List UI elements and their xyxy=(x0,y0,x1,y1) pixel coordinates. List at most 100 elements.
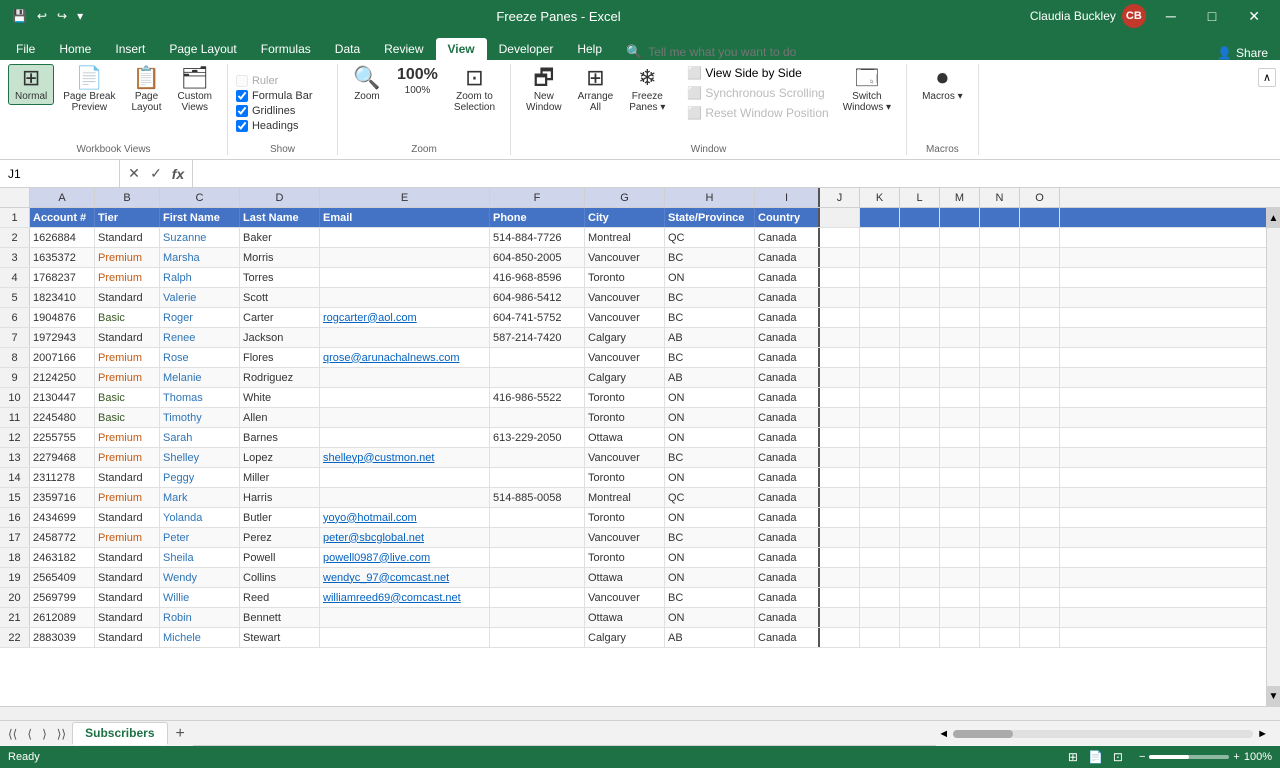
cell-c15[interactable]: Mark xyxy=(160,488,240,507)
save-button[interactable]: 💾 xyxy=(8,7,31,25)
cell-k13[interactable] xyxy=(860,448,900,467)
cell-l20[interactable] xyxy=(900,588,940,607)
cell-h22[interactable]: AB xyxy=(665,628,755,647)
new-window-button[interactable]: 🗗 NewWindow xyxy=(519,64,569,116)
tab-review[interactable]: Review xyxy=(372,38,435,60)
close-button[interactable]: ✕ xyxy=(1236,4,1272,29)
row-num[interactable]: 12 xyxy=(0,428,30,447)
row-num[interactable]: 19 xyxy=(0,568,30,587)
cell-i12[interactable]: Canada xyxy=(755,428,820,447)
cell-h3[interactable]: BC xyxy=(665,248,755,267)
cell-d7[interactable]: Jackson xyxy=(240,328,320,347)
cell-e22[interactable] xyxy=(320,628,490,647)
cell-a15[interactable]: 2359716 xyxy=(30,488,95,507)
cell-c2[interactable]: Suzanne xyxy=(160,228,240,247)
col-header-a[interactable]: A xyxy=(30,188,95,207)
cell-b9[interactable]: Premium xyxy=(95,368,160,387)
cell-o22[interactable] xyxy=(1020,628,1060,647)
cell-o7[interactable] xyxy=(1020,328,1060,347)
tab-insert[interactable]: Insert xyxy=(103,38,157,60)
cell-b8[interactable]: Premium xyxy=(95,348,160,367)
cell-e10[interactable] xyxy=(320,388,490,407)
cell-j11[interactable] xyxy=(820,408,860,427)
cell-c1[interactable]: First Name xyxy=(160,208,240,227)
tab-view[interactable]: View xyxy=(436,38,487,60)
row-num[interactable]: 13 xyxy=(0,448,30,467)
cell-a22[interactable]: 2883039 xyxy=(30,628,95,647)
cell-j5[interactable] xyxy=(820,288,860,307)
cell-g21[interactable]: Ottawa xyxy=(585,608,665,627)
cell-i3[interactable]: Canada xyxy=(755,248,820,267)
reset-window-position-button[interactable]: ⬜ Reset Window Position xyxy=(682,104,833,122)
cell-h19[interactable]: ON xyxy=(665,568,755,587)
cell-a3[interactable]: 1635372 xyxy=(30,248,95,267)
cell-k2[interactable] xyxy=(860,228,900,247)
cell-d8[interactable]: Flores xyxy=(240,348,320,367)
cell-d22[interactable]: Stewart xyxy=(240,628,320,647)
row-num[interactable]: 9 xyxy=(0,368,30,387)
zoom-100-button[interactable]: 100% 100% xyxy=(390,64,445,99)
cell-l10[interactable] xyxy=(900,388,940,407)
cell-b13[interactable]: Premium xyxy=(95,448,160,467)
row-num[interactable]: 22 xyxy=(0,628,30,647)
cell-b4[interactable]: Premium xyxy=(95,268,160,287)
cell-i16[interactable]: Canada xyxy=(755,508,820,527)
cell-d6[interactable]: Carter xyxy=(240,308,320,327)
cell-m21[interactable] xyxy=(940,608,980,627)
cell-e9[interactable] xyxy=(320,368,490,387)
cell-m19[interactable] xyxy=(940,568,980,587)
cell-i11[interactable]: Canada xyxy=(755,408,820,427)
cell-i1[interactable]: Country xyxy=(755,208,820,227)
cell-a7[interactable]: 1972943 xyxy=(30,328,95,347)
col-header-j[interactable]: J xyxy=(820,188,860,207)
cell-k10[interactable] xyxy=(860,388,900,407)
cell-j18[interactable] xyxy=(820,548,860,567)
cell-o13[interactable] xyxy=(1020,448,1060,467)
cell-e20[interactable]: williamreed69@comcast.net xyxy=(320,588,490,607)
col-header-c[interactable]: C xyxy=(160,188,240,207)
col-header-n[interactable]: N xyxy=(980,188,1020,207)
cell-l19[interactable] xyxy=(900,568,940,587)
cell-i4[interactable]: Canada xyxy=(755,268,820,287)
cell-e8[interactable]: qrose@arunachalnews.com xyxy=(320,348,490,367)
row-num[interactable]: 11 xyxy=(0,408,30,427)
cell-o16[interactable] xyxy=(1020,508,1060,527)
cell-n14[interactable] xyxy=(980,468,1020,487)
cell-e18[interactable]: powell0987@live.com xyxy=(320,548,490,567)
cell-d4[interactable]: Torres xyxy=(240,268,320,287)
tab-developer[interactable]: Developer xyxy=(487,38,566,60)
cell-c5[interactable]: Valerie xyxy=(160,288,240,307)
cell-d1[interactable]: Last Name xyxy=(240,208,320,227)
cell-o9[interactable] xyxy=(1020,368,1060,387)
cell-h2[interactable]: QC xyxy=(665,228,755,247)
qat-more-button[interactable]: ▾ xyxy=(73,7,87,25)
cell-g16[interactable]: Toronto xyxy=(585,508,665,527)
cell-o20[interactable] xyxy=(1020,588,1060,607)
ruler-checkbox-input[interactable] xyxy=(236,75,248,87)
custom-views-button[interactable]: 🗂 CustomViews xyxy=(171,64,219,116)
sheet-tab-subscribers[interactable]: Subscribers xyxy=(72,722,167,745)
cell-b20[interactable]: Standard xyxy=(95,588,160,607)
cell-h20[interactable]: BC xyxy=(665,588,755,607)
cell-g12[interactable]: Ottawa xyxy=(585,428,665,447)
cell-a11[interactable]: 2245480 xyxy=(30,408,95,427)
cell-c7[interactable]: Renee xyxy=(160,328,240,347)
cell-k4[interactable] xyxy=(860,268,900,287)
cell-l8[interactable] xyxy=(900,348,940,367)
cell-n7[interactable] xyxy=(980,328,1020,347)
cell-m6[interactable] xyxy=(940,308,980,327)
cell-e7[interactable] xyxy=(320,328,490,347)
cell-f13[interactable] xyxy=(490,448,585,467)
undo-button[interactable]: ↩ xyxy=(33,7,51,25)
cell-e14[interactable] xyxy=(320,468,490,487)
cell-o3[interactable] xyxy=(1020,248,1060,267)
view-side-by-side-button[interactable]: ⬜ View Side by Side xyxy=(682,64,833,82)
page-layout-status-button[interactable]: 📄 xyxy=(1084,748,1107,766)
cell-f19[interactable] xyxy=(490,568,585,587)
cell-k15[interactable] xyxy=(860,488,900,507)
cell-h14[interactable]: ON xyxy=(665,468,755,487)
cell-j21[interactable] xyxy=(820,608,860,627)
cell-m2[interactable] xyxy=(940,228,980,247)
cell-l16[interactable] xyxy=(900,508,940,527)
cell-h16[interactable]: ON xyxy=(665,508,755,527)
